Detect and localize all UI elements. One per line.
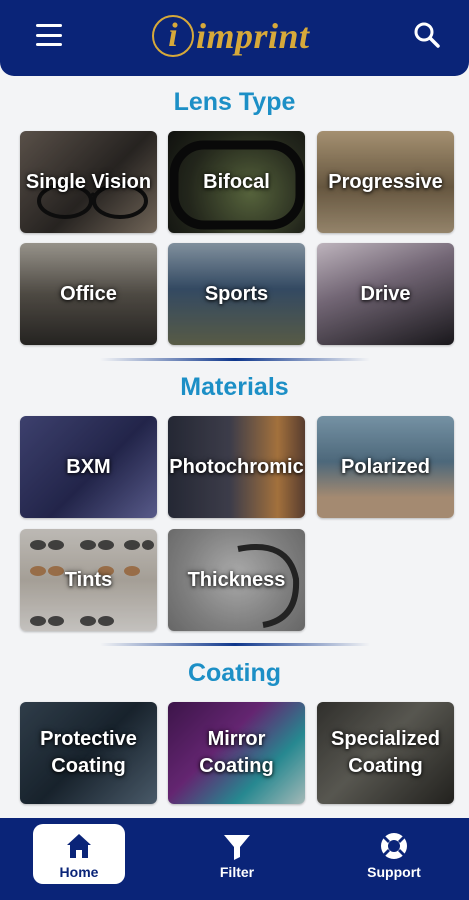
- tile-specialized-coating[interactable]: Specialized Coating: [317, 702, 454, 804]
- section-title-materials: Materials: [180, 373, 289, 401]
- logo-wordmark: imprint: [196, 16, 310, 56]
- tile-label: Sports: [204, 282, 269, 305]
- nav-filter[interactable]: Filter: [191, 824, 283, 884]
- tile-polarized[interactable]: Polarized: [317, 416, 454, 518]
- nav-label: Home: [59, 864, 99, 880]
- bottom-navigation: Home Filter Support: [0, 818, 469, 900]
- tile-bxm[interactable]: BXM: [20, 416, 157, 518]
- menu-icon-bar: [36, 43, 62, 46]
- search-icon: [414, 22, 440, 48]
- nav-support[interactable]: Support: [348, 824, 440, 884]
- tile-single-vision[interactable]: Single Vision: [20, 131, 157, 233]
- tile-sports[interactable]: Sports: [168, 243, 305, 345]
- tile-label: Single Vision: [25, 170, 152, 193]
- section-title-coating: Coating: [187, 659, 282, 687]
- tile-label: Progressive: [328, 170, 443, 193]
- tile-label: Photochromic: [169, 455, 304, 478]
- section-divider: [100, 643, 370, 646]
- nav-label: Filter: [219, 864, 255, 880]
- nav-label: Support: [367, 864, 421, 880]
- tile-label: Office: [60, 282, 117, 305]
- nav-home[interactable]: Home: [33, 824, 125, 884]
- tile-office[interactable]: Office: [20, 243, 157, 345]
- tile-label: Mirror Coating: [199, 728, 274, 777]
- menu-button[interactable]: [34, 22, 64, 48]
- tile-label: Thickness: [187, 568, 286, 591]
- tile-photochromic[interactable]: Photochromic: [168, 416, 305, 518]
- search-button[interactable]: [412, 20, 442, 50]
- section-divider: [100, 358, 370, 361]
- tile-mirror-coating[interactable]: Mirror Coating: [168, 702, 305, 804]
- menu-icon-bar: [36, 24, 62, 27]
- tile-label: Polarized: [341, 455, 430, 478]
- tile-tints[interactable]: Tints: [20, 529, 157, 631]
- tile-drive[interactable]: Drive: [317, 243, 454, 345]
- home-icon: [67, 834, 91, 858]
- lifebuoy-icon: [381, 833, 407, 859]
- tile-thickness[interactable]: Thickness: [168, 529, 305, 631]
- imprint-logo: i imprint: [152, 10, 332, 62]
- app-header: i imprint: [0, 0, 469, 76]
- section-title-lens-type: Lens Type: [173, 88, 296, 116]
- tile-progressive[interactable]: Progressive: [317, 131, 454, 233]
- tile-label: Drive: [360, 282, 411, 305]
- logo-mark: i: [152, 15, 194, 57]
- tile-protective-coating[interactable]: Protective Coating: [20, 702, 157, 804]
- tile-label: Bifocal: [203, 170, 270, 193]
- tile-label: Specialized Coating: [331, 728, 440, 777]
- tile-bifocal[interactable]: Bifocal: [168, 131, 305, 233]
- tile-label: BXM: [66, 455, 111, 478]
- tile-label: Tints: [64, 568, 113, 591]
- tile-label: Protective Coating: [40, 728, 137, 777]
- filter-icon: [224, 835, 250, 860]
- menu-icon-bar: [36, 33, 62, 37]
